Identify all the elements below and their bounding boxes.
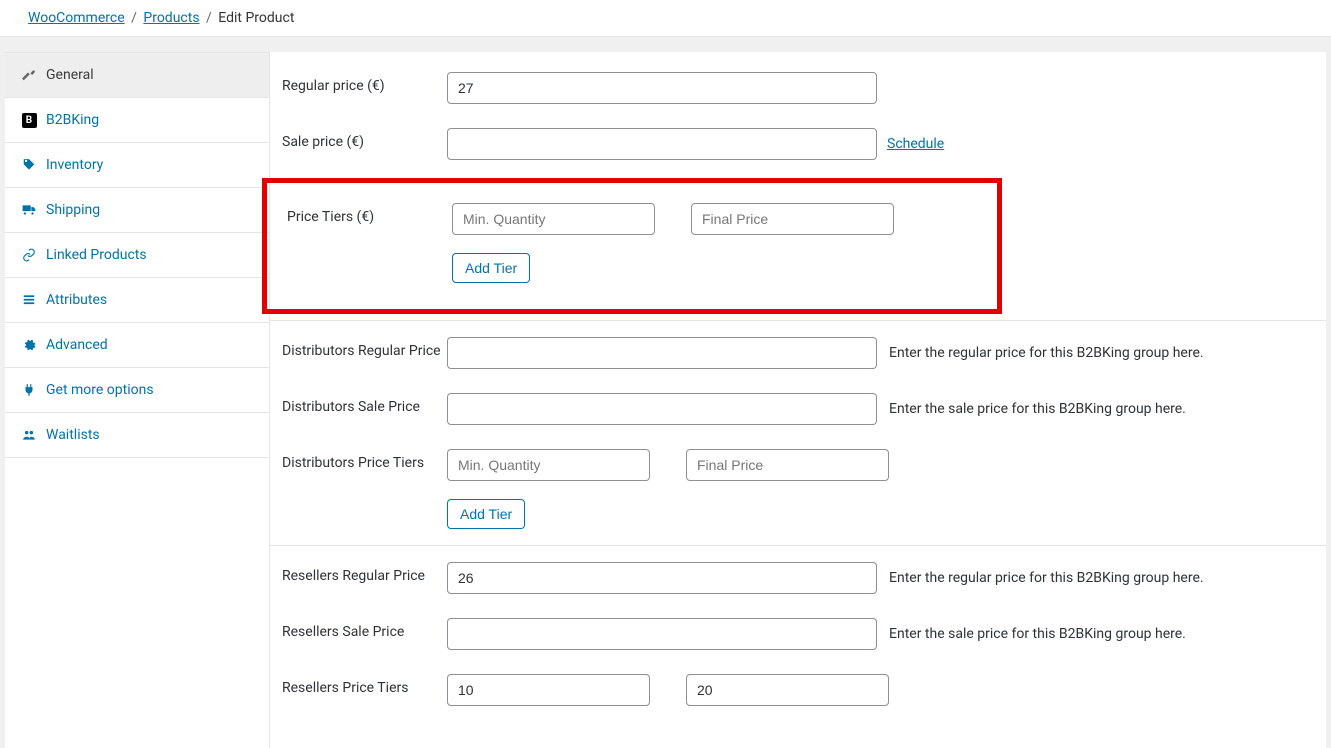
tab-b2bking[interactable]: B B2BKing xyxy=(5,97,269,143)
highlight-price-tiers: Price Tiers (€) Add Tier xyxy=(262,178,1002,314)
input-res-tier-price[interactable] xyxy=(686,674,889,706)
input-sale-price[interactable] xyxy=(447,128,877,160)
wrench-icon xyxy=(21,67,37,83)
hint-dist-regular: Enter the regular price for this B2BKing… xyxy=(889,345,1204,361)
add-tier-button[interactable]: Add Tier xyxy=(452,253,530,283)
tab-label: Attributes xyxy=(46,292,107,308)
row-price-tiers: Price Tiers (€) Add Tier xyxy=(275,191,997,295)
hint-res-regular: Enter the regular price for this B2BKing… xyxy=(889,570,1204,586)
tab-waitlists[interactable]: Waitlists xyxy=(5,412,269,458)
add-tier-button[interactable]: Add Tier xyxy=(447,499,525,529)
hint-dist-sale: Enter the sale price for this B2BKing gr… xyxy=(889,401,1186,417)
breadcrumb-woo[interactable]: WooCommerce xyxy=(28,10,125,26)
input-dist-regular[interactable] xyxy=(447,337,877,369)
b2bking-icon: B xyxy=(21,112,37,128)
label-res-sale: Resellers Sale Price xyxy=(282,618,447,640)
tab-inventory[interactable]: Inventory xyxy=(5,142,269,188)
tab-label: Shipping xyxy=(46,202,100,218)
list-icon xyxy=(21,292,37,308)
link-schedule[interactable]: Schedule xyxy=(887,136,944,152)
tab-label: Linked Products xyxy=(46,247,147,263)
row-distributors-sale: Distributors Sale Price Enter the sale p… xyxy=(270,381,1326,437)
hint-res-sale: Enter the sale price for this B2BKing gr… xyxy=(889,626,1186,642)
label-dist-sale: Distributors Sale Price xyxy=(282,393,447,415)
input-dist-tier-qty[interactable] xyxy=(447,449,650,481)
label-regular-price: Regular price (€) xyxy=(282,72,447,94)
product-data-tabs: General B B2BKing Inventory Shipping Lin… xyxy=(5,52,270,748)
breadcrumb-products[interactable]: Products xyxy=(143,10,199,26)
input-regular-price[interactable] xyxy=(447,72,877,104)
tab-label: Get more options xyxy=(46,382,154,398)
label-sale-price: Sale price (€) xyxy=(282,128,447,150)
input-res-tier-qty[interactable] xyxy=(447,674,650,706)
tab-general[interactable]: General xyxy=(5,52,269,98)
link-icon xyxy=(21,247,37,263)
input-tier-min-qty[interactable] xyxy=(452,203,655,235)
breadcrumb-sep: / xyxy=(128,10,140,26)
tag-icon xyxy=(21,157,37,173)
tab-shipping[interactable]: Shipping xyxy=(5,187,269,233)
group-icon xyxy=(21,427,37,443)
product-data-content: Regular price (€) Sale price (€) Schedul… xyxy=(270,52,1326,748)
tab-label: Waitlists xyxy=(46,427,100,443)
row-distributors-tiers: Distributors Price Tiers Add Tier xyxy=(270,437,1326,541)
label-res-regular: Resellers Regular Price xyxy=(282,562,447,584)
breadcrumb-sep: / xyxy=(203,10,215,26)
tab-label: B2BKing xyxy=(46,112,99,128)
row-regular-price: Regular price (€) xyxy=(270,60,1326,116)
label-dist-regular: Distributors Regular Price xyxy=(282,337,447,359)
product-data-panel: General B B2BKing Inventory Shipping Lin… xyxy=(5,52,1326,748)
truck-icon xyxy=(21,202,37,218)
input-dist-tier-price[interactable] xyxy=(686,449,889,481)
input-res-sale[interactable] xyxy=(447,618,877,650)
gear-icon xyxy=(21,337,37,353)
tab-linked-products[interactable]: Linked Products xyxy=(5,232,269,278)
tab-label: General xyxy=(46,67,94,83)
tab-label: Advanced xyxy=(46,337,108,353)
row-resellers-regular: Resellers Regular Price Enter the regula… xyxy=(270,550,1326,606)
breadcrumb-current: Edit Product xyxy=(218,10,294,26)
row-resellers-tiers: Resellers Price Tiers xyxy=(270,662,1326,718)
row-sale-price: Sale price (€) Schedule xyxy=(270,116,1326,172)
breadcrumb: WooCommerce / Products / Edit Product xyxy=(0,0,1331,37)
tab-label: Inventory xyxy=(46,157,103,173)
separator xyxy=(270,320,1326,321)
input-res-regular[interactable] xyxy=(447,562,877,594)
input-tier-final-price[interactable] xyxy=(691,203,894,235)
tab-more-options[interactable]: Get more options xyxy=(5,367,269,413)
label-res-tiers: Resellers Price Tiers xyxy=(282,674,447,696)
row-distributors-regular: Distributors Regular Price Enter the reg… xyxy=(270,325,1326,381)
tab-attributes[interactable]: Attributes xyxy=(5,277,269,323)
label-dist-tiers: Distributors Price Tiers xyxy=(282,449,447,471)
tab-advanced[interactable]: Advanced xyxy=(5,322,269,368)
label-price-tiers: Price Tiers (€) xyxy=(287,203,452,225)
separator xyxy=(270,545,1326,546)
plug-icon xyxy=(21,382,37,398)
row-resellers-sale: Resellers Sale Price Enter the sale pric… xyxy=(270,606,1326,662)
input-dist-sale[interactable] xyxy=(447,393,877,425)
